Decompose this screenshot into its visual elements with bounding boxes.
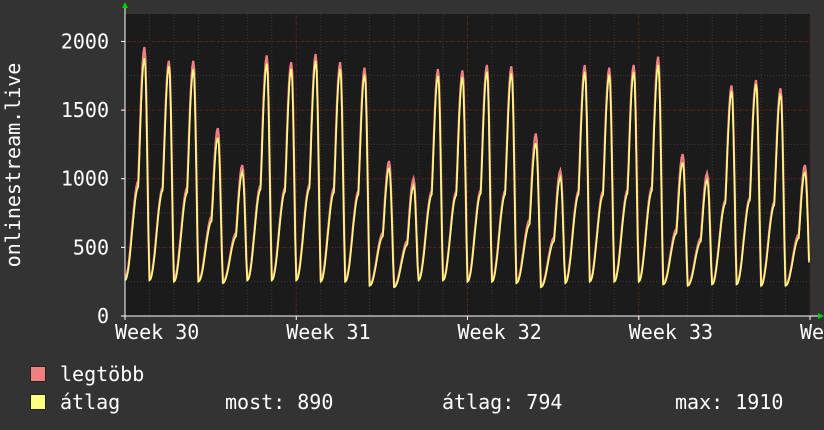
y-tick-label: 500 (73, 235, 109, 259)
x-axis-arrow (818, 313, 824, 319)
y-axis-label: onlinestream.live (1, 63, 25, 268)
x-tick-label: Week 31 (286, 320, 370, 344)
x-tick-label: Week 34 (800, 320, 824, 344)
y-tick-label: 2000 (61, 29, 109, 53)
x-tick-label: Week 30 (115, 320, 199, 344)
y-axis-arrow (122, 2, 128, 8)
y-tick-label: 1000 (61, 167, 109, 191)
y-tick-label: 0 (97, 304, 109, 328)
chart-svg: 0 500 1000 1500 2000 Week 30 Week 31 Week 32 Wee… (1, 2, 824, 344)
x-tick-label: Week 33 (629, 320, 713, 344)
x-tick-label: Week 32 (458, 320, 542, 344)
y-tick-label: 1500 (61, 98, 109, 122)
